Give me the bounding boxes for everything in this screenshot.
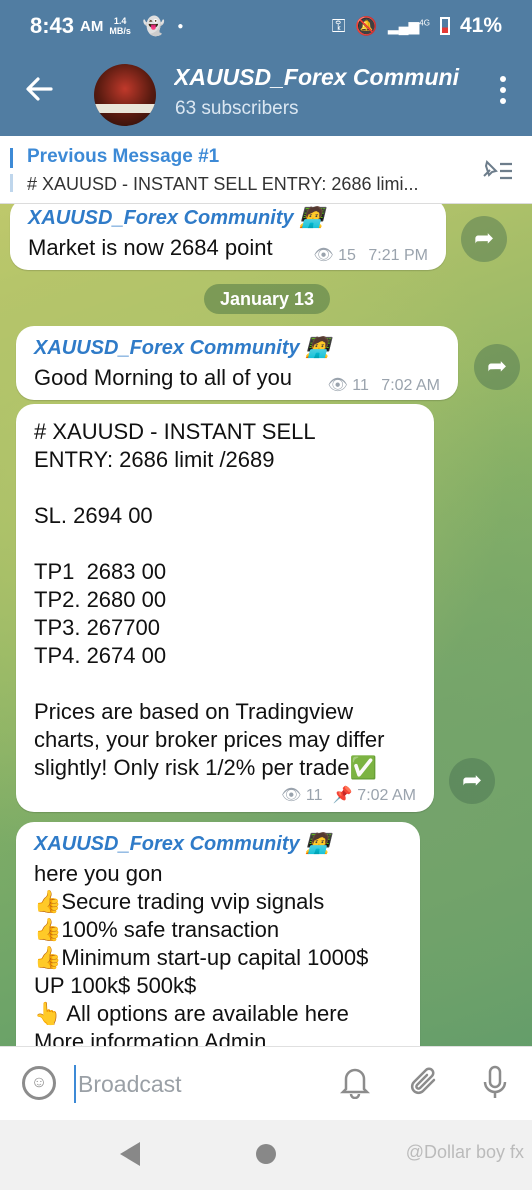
share-forward-icon[interactable]: ➦	[461, 216, 507, 262]
network-speed-unit: MB/s	[109, 26, 131, 36]
arrow-left-icon	[26, 77, 53, 101]
channel-avatar[interactable]	[94, 64, 156, 126]
pinned-list-icon[interactable]	[480, 158, 514, 190]
date-divider: January 13	[204, 284, 330, 314]
pinned-indicator	[10, 148, 13, 168]
key-icon: ⚿	[331, 15, 346, 36]
message-time: 7:02 AM	[357, 787, 416, 804]
bell-icon[interactable]	[339, 1065, 371, 1106]
subscriber-count: 63 subscribers	[175, 98, 299, 119]
message-text: here you gon 👍Secure trading vvip signal…	[34, 861, 369, 1046]
mute-icon: 🔕	[355, 15, 378, 36]
network-type: 4G	[419, 17, 430, 27]
dot-icon: ●	[177, 20, 184, 32]
views-count: 15	[338, 247, 356, 264]
pinned-message-bar[interactable]: Previous Message #1 # XAUUSD - INSTANT S…	[0, 136, 532, 204]
message-time: 7:21 PM	[368, 247, 428, 264]
battery-percent: 41%	[459, 14, 502, 37]
network-speed: 1.4 MB/s	[109, 16, 131, 36]
views-icon: 👁	[313, 247, 334, 264]
message-bubble[interactable]: XAUUSD_Forex Community 🧑‍💻 here you gon …	[16, 822, 420, 1046]
back-button[interactable]	[24, 74, 54, 110]
paperclip-icon[interactable]	[408, 1065, 442, 1106]
channel-name[interactable]: XAUUSD_Forex Community	[174, 64, 460, 91]
views-count: 11	[305, 787, 323, 804]
message-meta: 👁 11 📌 7:02 AM	[281, 782, 416, 810]
status-bar: 8:43 AM 1.4 MB/s 👻 ● ⚿ 🔕 ▂▄▆4G 41%	[0, 0, 532, 52]
chat-header: XAUUSD_Forex Community 63 subscribers	[0, 52, 532, 136]
network-speed-value: 1.4	[113, 16, 127, 26]
status-ampm: AM	[80, 17, 104, 35]
views-icon: 👁	[327, 377, 348, 394]
message-sender[interactable]: XAUUSD_Forex Community 🧑‍💻	[34, 326, 440, 360]
views-icon: 👁	[281, 787, 302, 804]
broadcast-input[interactable]	[74, 1065, 304, 1103]
avatar-banner	[94, 104, 156, 113]
share-forward-icon[interactable]: ➦	[474, 344, 520, 390]
system-nav-bar: @Dollar boy fx	[0, 1120, 532, 1190]
share-forward-icon[interactable]: ➦	[449, 758, 495, 804]
message-sender[interactable]: XAUUSD_Forex Community 🧑‍💻	[34, 822, 402, 856]
pinned-preview: # XAUUSD - INSTANT SELL ENTRY: 2686 limi…	[27, 174, 419, 194]
snapchat-icon: 👻	[142, 15, 166, 36]
pin-icon: 📌	[332, 787, 353, 804]
emoji-icon[interactable]: ☺	[22, 1066, 56, 1100]
message-text: # XAUUSD - INSTANT SELL ENTRY: 2686 limi…	[34, 419, 385, 780]
message-sender[interactable]: XAUUSD_Forex Community 🧑‍💻	[28, 204, 428, 230]
microphone-icon[interactable]	[480, 1065, 510, 1108]
message-meta: 👁 11 7:02 AM	[327, 372, 440, 400]
message-bubble[interactable]: XAUUSD_Forex Community 🧑‍💻 Market is now…	[10, 204, 446, 270]
watermark: @Dollar boy fx	[405, 1142, 524, 1162]
message-input-bar: ☺	[0, 1046, 532, 1120]
more-vertical-icon[interactable]	[500, 76, 506, 104]
status-time: 8:43	[30, 13, 75, 38]
message-bubble[interactable]: XAUUSD_Forex Community 🧑‍💻 Good Morning …	[16, 326, 458, 400]
views-count: 11	[352, 377, 369, 394]
message-meta: 👁 15 7:21 PM	[313, 242, 428, 270]
nav-back-button[interactable]	[120, 1142, 140, 1166]
message-time: 7:02 AM	[381, 377, 440, 394]
signal-icon: ▂▄▆4G	[387, 17, 430, 34]
chat-area[interactable]: XAUUSD_Forex Community 🧑‍💻 Market is now…	[0, 204, 532, 1046]
pinned-title: Previous Message #1	[27, 146, 220, 167]
battery-icon	[439, 17, 450, 35]
pinned-indicator-secondary	[10, 174, 13, 192]
nav-home-button[interactable]	[256, 1144, 276, 1164]
message-bubble[interactable]: # XAUUSD - INSTANT SELL ENTRY: 2686 limi…	[16, 404, 434, 812]
